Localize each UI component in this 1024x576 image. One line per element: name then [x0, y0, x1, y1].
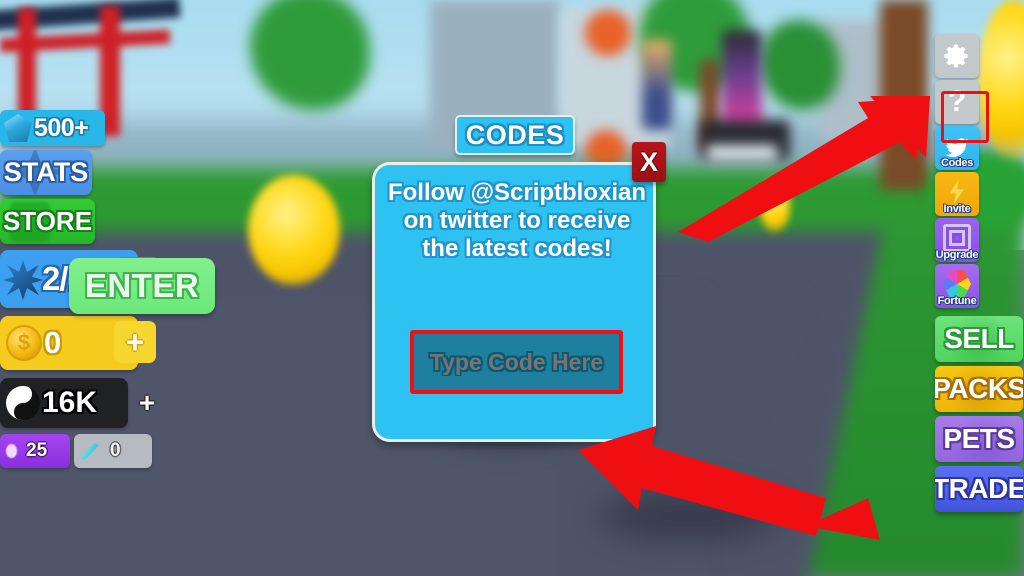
codes-dialog-message: Follow @Scriptbloxian on twitter to rece…: [387, 179, 647, 262]
close-icon: X: [639, 146, 658, 177]
enter-button-label: ENTER: [84, 267, 200, 304]
pets-button[interactable]: PETS: [935, 416, 1023, 462]
chi-counter[interactable]: 16K +: [0, 378, 155, 428]
pebble-counter[interactable]: 25: [0, 434, 70, 468]
sell-button[interactable]: SELL: [935, 316, 1023, 362]
sell-button-label: SELL: [944, 323, 1014, 354]
fortune-button[interactable]: Fortune: [935, 264, 979, 308]
store-button[interactable]: STORE: [0, 199, 95, 244]
dollar-coin-icon: $: [6, 325, 42, 361]
coin-add-button[interactable]: +: [114, 321, 156, 363]
gem-icon: [4, 114, 32, 142]
gem-counter-row: 500+: [0, 110, 180, 146]
chi-count: 16K: [42, 386, 98, 419]
packs-button[interactable]: PACKS: [935, 366, 1023, 412]
codes-dialog-title: CODES: [465, 119, 565, 150]
code-input-highlight-box: [410, 330, 623, 394]
stats-button[interactable]: STATS: [0, 150, 92, 195]
pebble-icon: [6, 444, 17, 458]
coin-counter[interactable]: $ 0 +: [0, 316, 156, 370]
codes-dialog: Follow @Scriptbloxian on twitter to rece…: [372, 115, 656, 442]
gem-count: 500+: [34, 113, 89, 142]
chi-add-button[interactable]: +: [132, 388, 162, 418]
store-row: STORE: [0, 199, 180, 244]
dagger-counter[interactable]: 0: [74, 434, 152, 468]
gem-counter[interactable]: 500+: [0, 110, 105, 146]
pebble-count: 25: [26, 440, 48, 461]
color-wheel-icon: [943, 270, 971, 298]
target-decoration: [585, 10, 631, 56]
enter-button[interactable]: ENTER: [69, 258, 215, 314]
stats-button-label: STATS: [3, 157, 89, 187]
stats-row: STATS: [0, 150, 180, 195]
pets-button-label: PETS: [943, 423, 1015, 454]
shuriken-icon: [3, 260, 43, 300]
coin-row: $ 0 +: [0, 316, 180, 370]
annotation-arrow-to-codes: [678, 96, 930, 242]
settings-button[interactable]: [935, 34, 979, 78]
code-input[interactable]: [414, 334, 619, 390]
codes-dialog-title-tab: CODES: [455, 115, 575, 155]
dagger-count: 0: [110, 440, 121, 461]
annotation-arrow-to-enter: [578, 426, 880, 540]
chi-row: 16K +: [0, 378, 180, 428]
dagger-icon: [81, 442, 99, 460]
packs-button-label: PACKS: [935, 373, 1023, 404]
codes-dialog-body: Follow @Scriptbloxian on twitter to rece…: [372, 162, 656, 442]
trade-button[interactable]: TRADE: [935, 466, 1023, 512]
glowing-orb: [248, 175, 340, 285]
npc-character-2: [642, 40, 672, 130]
coin-count: 0: [44, 325, 62, 360]
fortune-button-label: Fortune: [937, 295, 977, 307]
menu-button-stack: SELL PACKS PETS TRADE: [934, 316, 1024, 512]
store-button-label: STORE: [2, 206, 93, 236]
trade-button-label: TRADE: [935, 473, 1023, 504]
close-dialog-button[interactable]: X: [632, 142, 666, 182]
upgrade-button-label: Upgrade: [935, 249, 979, 261]
gear-icon: [944, 44, 968, 68]
small-counter-row: 25 0: [0, 434, 180, 468]
yin-yang-icon: [6, 386, 40, 420]
